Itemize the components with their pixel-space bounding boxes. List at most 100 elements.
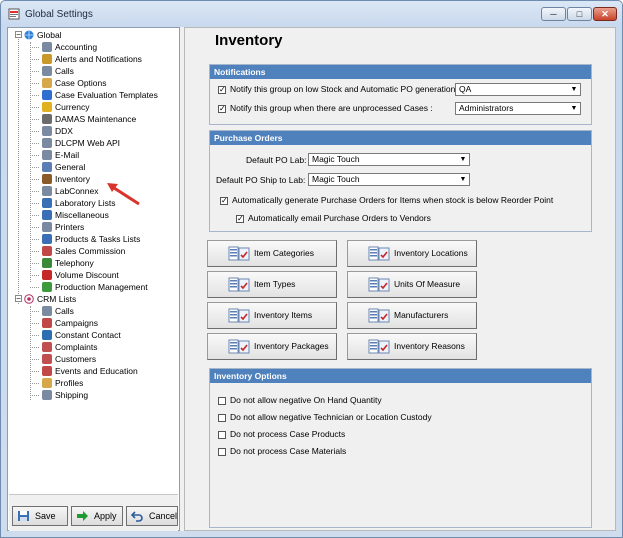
default-po-lab-select[interactable]: Magic Touch ▼ (308, 153, 470, 166)
tree-node-crm-calls[interactable]: Calls (42, 305, 74, 317)
tree-node-crm-lists[interactable]: CRM Lists (24, 293, 76, 305)
floppy-disk-icon (18, 511, 29, 521)
tree-node-miscellaneous[interactable]: Miscellaneous (42, 209, 109, 221)
tree-connector (30, 215, 39, 216)
tree-node-global[interactable]: Global (24, 29, 62, 41)
inventory-locations-button[interactable]: Inventory Locations (347, 240, 477, 267)
tree-node-accounting[interactable]: Accounting (42, 41, 97, 53)
minimize-button[interactable]: ─ (541, 7, 566, 21)
notifications-header: Notifications (210, 65, 591, 79)
list-icon (42, 210, 52, 220)
tree-node-inventory[interactable]: Inventory (42, 173, 90, 185)
tree-node-case-evaluation-templates[interactable]: Case Evaluation Templates (42, 89, 158, 101)
tree-node-label: Shipping (55, 390, 89, 400)
apply-button[interactable]: Apply (71, 506, 123, 526)
item-categories-button[interactable]: Item Categories (207, 240, 337, 267)
global-settings-window: Global Settings ─ □ ✕ − Global − CRM Lis… (0, 0, 623, 538)
auto-generate-po-checkbox[interactable]: ✓ (220, 197, 228, 205)
tree-node-volume-discount[interactable]: Volume Discount (42, 269, 119, 281)
tree-node-label: CRM Lists (37, 294, 77, 304)
wrench-icon (42, 150, 52, 160)
settings-tree[interactable]: − Global − CRM Lists Accounting Alerts an… (8, 28, 178, 490)
tree-node-crm-constant-contact[interactable]: Constant Contact (42, 329, 121, 341)
maximize-button[interactable]: □ (567, 7, 592, 21)
purchase-orders-group: Purchase Orders Default PO Lab: Magic To… (209, 130, 592, 232)
low-stock-notify-checkbox[interactable]: ✓ (218, 86, 226, 94)
tree-node-currency[interactable]: Currency (42, 101, 89, 113)
tree-node-label: Profiles (55, 378, 84, 388)
tree-connector (18, 39, 19, 304)
tree-node-labconnex[interactable]: LabConnex (42, 185, 98, 197)
people-icon (42, 318, 52, 328)
save-button[interactable]: Save (12, 506, 68, 526)
item-types-button[interactable]: Item Types (207, 271, 337, 298)
tree-node-products-tasks-lists[interactable]: Products & Tasks Lists (42, 233, 140, 245)
tree-node-telephony[interactable]: Telephony (42, 257, 94, 269)
tree-node-ddx[interactable]: DDX (42, 125, 73, 137)
inventory-options-group: Inventory Options Do not allow negative … (209, 368, 592, 528)
do-not-process-case-products-checkbox[interactable] (218, 431, 226, 439)
checkmark-icon: ✓ (237, 214, 244, 223)
tree-node-general[interactable]: General (42, 161, 85, 173)
tree-node-production-management[interactable]: Production Management (42, 281, 148, 293)
tree-connector (30, 287, 39, 288)
tree-node-case-options[interactable]: Case Options (42, 77, 107, 89)
wrench-icon (42, 306, 52, 316)
low-stock-notify-label: Notify this group on low Stock and Autom… (230, 84, 458, 94)
units-of-measure-button[interactable]: Units Of Measure (347, 271, 477, 298)
item-types-label: Item Types (254, 279, 296, 289)
inventory-packages-button[interactable]: Inventory Packages (207, 333, 337, 360)
inventory-items-button[interactable]: Inventory Items (207, 302, 337, 329)
tree-node-printers[interactable]: Printers (42, 221, 84, 233)
tree-node-dlcpm-web-api[interactable]: DLCPM Web API (42, 137, 120, 149)
tree-node-crm-profiles[interactable]: Profiles (42, 377, 83, 389)
list-edit-icon (228, 246, 250, 261)
collapse-global-toggle[interactable]: − (15, 31, 22, 39)
tree-node-label: Alerts and Notifications (55, 54, 142, 64)
tree-node-calls[interactable]: Calls (42, 65, 74, 77)
tree-connector (30, 131, 39, 132)
manufacturers-button[interactable]: Manufacturers (347, 302, 477, 329)
undo-icon (131, 511, 143, 522)
tree-node-crm-complaints[interactable]: Complaints (42, 341, 98, 353)
tree-node-crm-customers[interactable]: Customers (42, 353, 96, 365)
inventory-options-header: Inventory Options (210, 369, 591, 383)
unprocessed-group-select[interactable]: Administrators ▼ (455, 102, 581, 115)
tree-node-crm-events-and-education[interactable]: Events and Education (42, 365, 138, 377)
tree-connector (30, 95, 39, 96)
tree-node-label: Telephony (55, 258, 94, 268)
default-ship-to-select[interactable]: Magic Touch ▼ (308, 173, 470, 186)
low-stock-group-select[interactable]: QA ▼ (455, 83, 581, 96)
tree-connector (30, 347, 39, 348)
auto-email-po-checkbox[interactable]: ✓ (236, 215, 244, 223)
unprocessed-cases-checkbox[interactable]: ✓ (218, 105, 226, 113)
tree-connector (30, 323, 39, 324)
cancel-button[interactable]: Cancel (126, 506, 178, 526)
tree-node-e-mail[interactable]: E-Mail (42, 149, 79, 161)
tree-node-label: Case Options (55, 78, 107, 88)
do-not-allow-negative-technician-or-location-custody-checkbox[interactable] (218, 414, 226, 422)
tree-node-label: Campaigns (55, 318, 98, 328)
chevron-down-icon: ▼ (459, 176, 467, 183)
close-button[interactable]: ✕ (593, 7, 617, 21)
list-edit-icon (368, 308, 390, 323)
do-not-process-case-materials-checkbox[interactable] (218, 448, 226, 456)
tree-connector (30, 383, 39, 384)
collapse-crm-toggle[interactable]: − (15, 295, 22, 303)
tree-node-crm-campaigns[interactable]: Campaigns (42, 317, 98, 329)
tree-connector (30, 155, 39, 156)
window-client: − Global − CRM Lists Accounting Alerts an… (7, 27, 616, 531)
tree-node-crm-shipping[interactable]: Shipping (42, 389, 88, 401)
tree-node-laboratory-lists[interactable]: Laboratory Lists (42, 197, 115, 209)
tree-node-label: General (55, 162, 86, 172)
tree-node-alerts-and-notifications[interactable]: Alerts and Notifications (42, 53, 142, 65)
navigation-panel: − Global − CRM Lists Accounting Alerts an… (7, 27, 180, 531)
tree-node-sales-commission[interactable]: Sales Commission (42, 245, 125, 257)
do-not-process-case-materials-label: Do not process Case Materials (230, 446, 347, 456)
tree-connector (30, 179, 39, 180)
tree-node-label: Production Management (55, 282, 148, 292)
tree-node-damas-maintenance[interactable]: DAMAS Maintenance (42, 113, 136, 125)
do-not-allow-negative-on-hand-quantity-checkbox[interactable] (218, 397, 226, 405)
title-bar[interactable]: Global Settings ─ □ ✕ (1, 1, 622, 27)
inventory-reasons-button[interactable]: Inventory Reasons (347, 333, 477, 360)
